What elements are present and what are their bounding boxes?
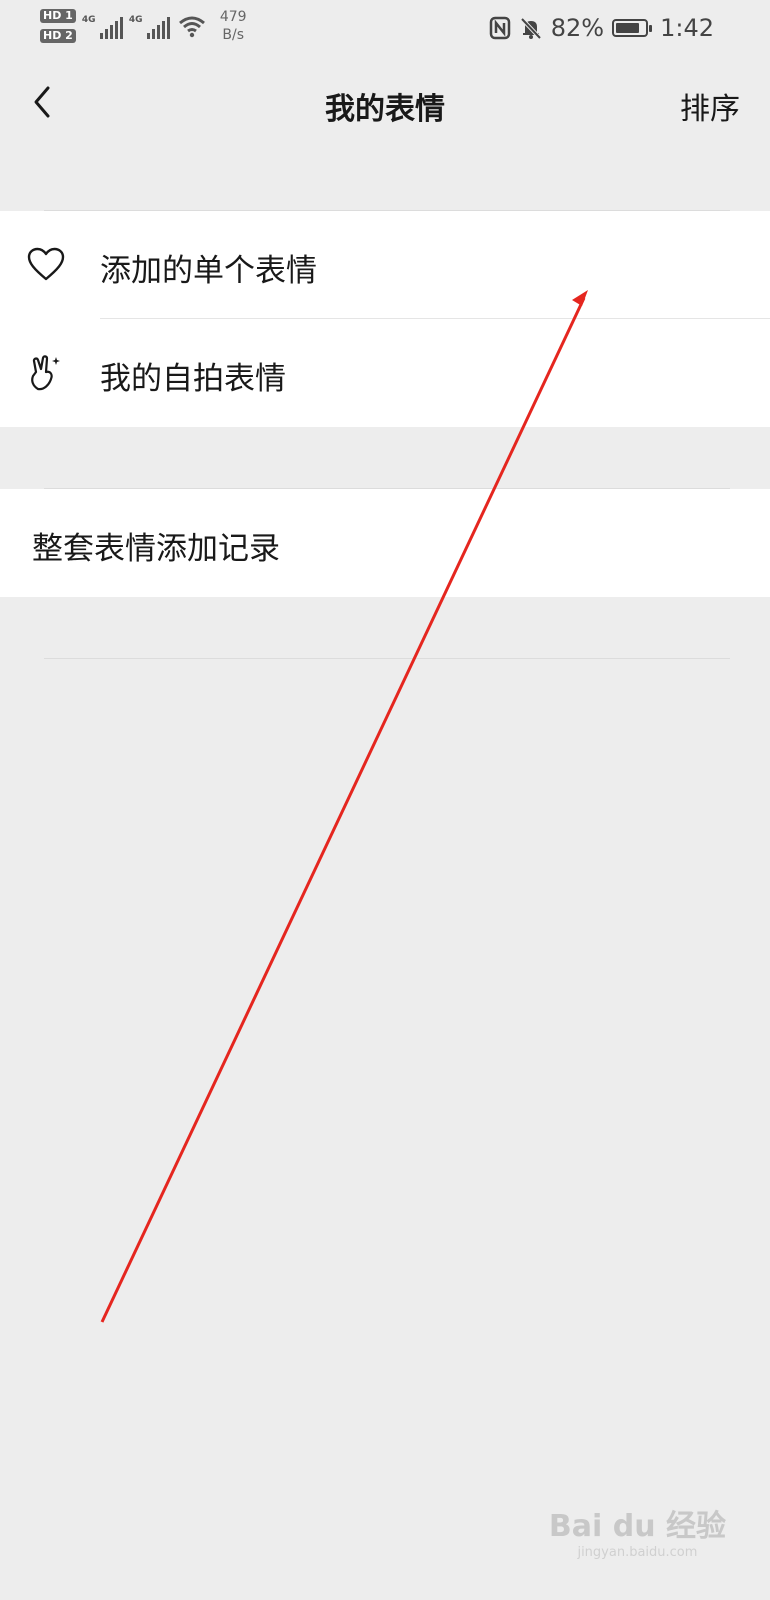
watermark-text: Bai du 经验 [548, 1509, 726, 1544]
arrow-line [100, 297, 586, 1323]
annotation-arrow [100, 290, 588, 1323]
baidu-watermark: Bai du 经验 jingyan.baidu.com [549, 1501, 726, 1560]
arrow-head [572, 290, 588, 306]
watermark-sub: jingyan.baidu.com [577, 1545, 698, 1560]
